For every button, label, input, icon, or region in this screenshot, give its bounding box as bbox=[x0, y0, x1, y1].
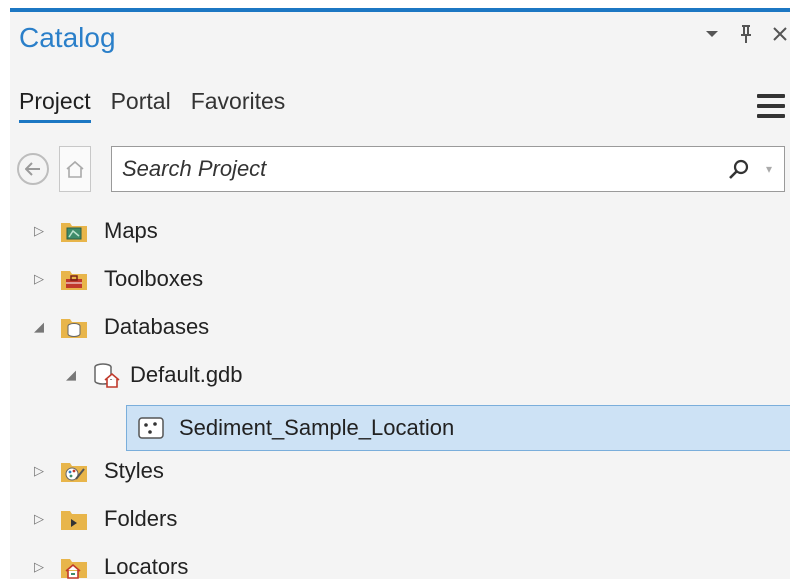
collapse-arrow-icon[interactable]: ◢ bbox=[32, 319, 46, 335]
search-box: ▾ bbox=[111, 146, 785, 192]
tree-item-label: Databases bbox=[104, 314, 210, 339]
pane-window-controls bbox=[702, 22, 790, 46]
pin-icon[interactable] bbox=[736, 22, 756, 46]
catalog-pane: Catalog Project Portal Favorites ▾ bbox=[10, 8, 790, 579]
navigation-bar: ▾ bbox=[17, 146, 785, 192]
expand-arrow-icon[interactable]: ▷ bbox=[32, 463, 46, 479]
styles-folder-icon bbox=[60, 458, 88, 484]
tree-item-label: Toolboxes bbox=[104, 266, 204, 291]
tree-item-label: Default.gdb bbox=[130, 362, 243, 387]
expand-arrow-icon[interactable]: ▷ bbox=[32, 511, 46, 527]
tree-item-databases[interactable]: ◢ Databases bbox=[32, 305, 209, 349]
tree-item-label: Locators bbox=[104, 554, 189, 579]
home-icon bbox=[66, 160, 84, 178]
search-input[interactable] bbox=[112, 147, 724, 191]
tree-item-styles[interactable]: ▷ Styles bbox=[32, 449, 164, 493]
tree-item-label: Sediment_Sample_Location bbox=[179, 415, 455, 440]
tree-item-toolboxes[interactable]: ▷ Toolboxes bbox=[32, 257, 203, 301]
tree-item-locators[interactable]: ▷ Locators bbox=[32, 545, 188, 579]
tab-project[interactable]: Project bbox=[19, 88, 91, 123]
search-icon[interactable] bbox=[724, 158, 754, 180]
home-button[interactable] bbox=[59, 146, 91, 192]
tree-item-default-gdb[interactable]: ◢ Default.gdb bbox=[64, 353, 243, 397]
folders-folder-icon bbox=[60, 506, 88, 532]
back-arrow-icon bbox=[25, 162, 40, 176]
collapse-arrow-icon[interactable]: ◢ bbox=[64, 367, 78, 383]
tree-item-sediment-sample-location[interactable]: Sediment_Sample_Location bbox=[126, 405, 790, 451]
back-button[interactable] bbox=[17, 153, 49, 185]
geodatabase-icon bbox=[92, 362, 120, 388]
close-icon[interactable] bbox=[770, 22, 790, 46]
expand-arrow-icon[interactable]: ▷ bbox=[32, 559, 46, 575]
toolboxes-folder-icon bbox=[60, 266, 88, 292]
hamburger-menu-icon[interactable] bbox=[757, 94, 785, 118]
locators-folder-icon bbox=[60, 554, 88, 579]
tree-item-maps[interactable]: ▷ Maps bbox=[32, 209, 158, 253]
tab-portal[interactable]: Portal bbox=[111, 88, 171, 121]
search-options-chevron-icon[interactable]: ▾ bbox=[754, 162, 784, 176]
tree-item-label: Maps bbox=[104, 218, 158, 243]
maps-folder-icon bbox=[60, 218, 88, 244]
tree-item-folders[interactable]: ▷ Folders bbox=[32, 497, 177, 541]
tree-item-label: Styles bbox=[104, 458, 164, 483]
databases-folder-icon bbox=[60, 314, 88, 340]
tree-item-label: Folders bbox=[104, 506, 178, 531]
pane-title: Catalog bbox=[19, 22, 116, 53]
pane-options-dropdown-icon[interactable] bbox=[702, 22, 722, 46]
tab-favorites[interactable]: Favorites bbox=[191, 88, 286, 121]
expand-arrow-icon[interactable]: ▷ bbox=[32, 271, 46, 287]
expand-arrow-icon[interactable]: ▷ bbox=[32, 223, 46, 239]
point-feature-class-icon bbox=[137, 415, 165, 441]
catalog-tabs: Project Portal Favorites bbox=[19, 88, 286, 123]
